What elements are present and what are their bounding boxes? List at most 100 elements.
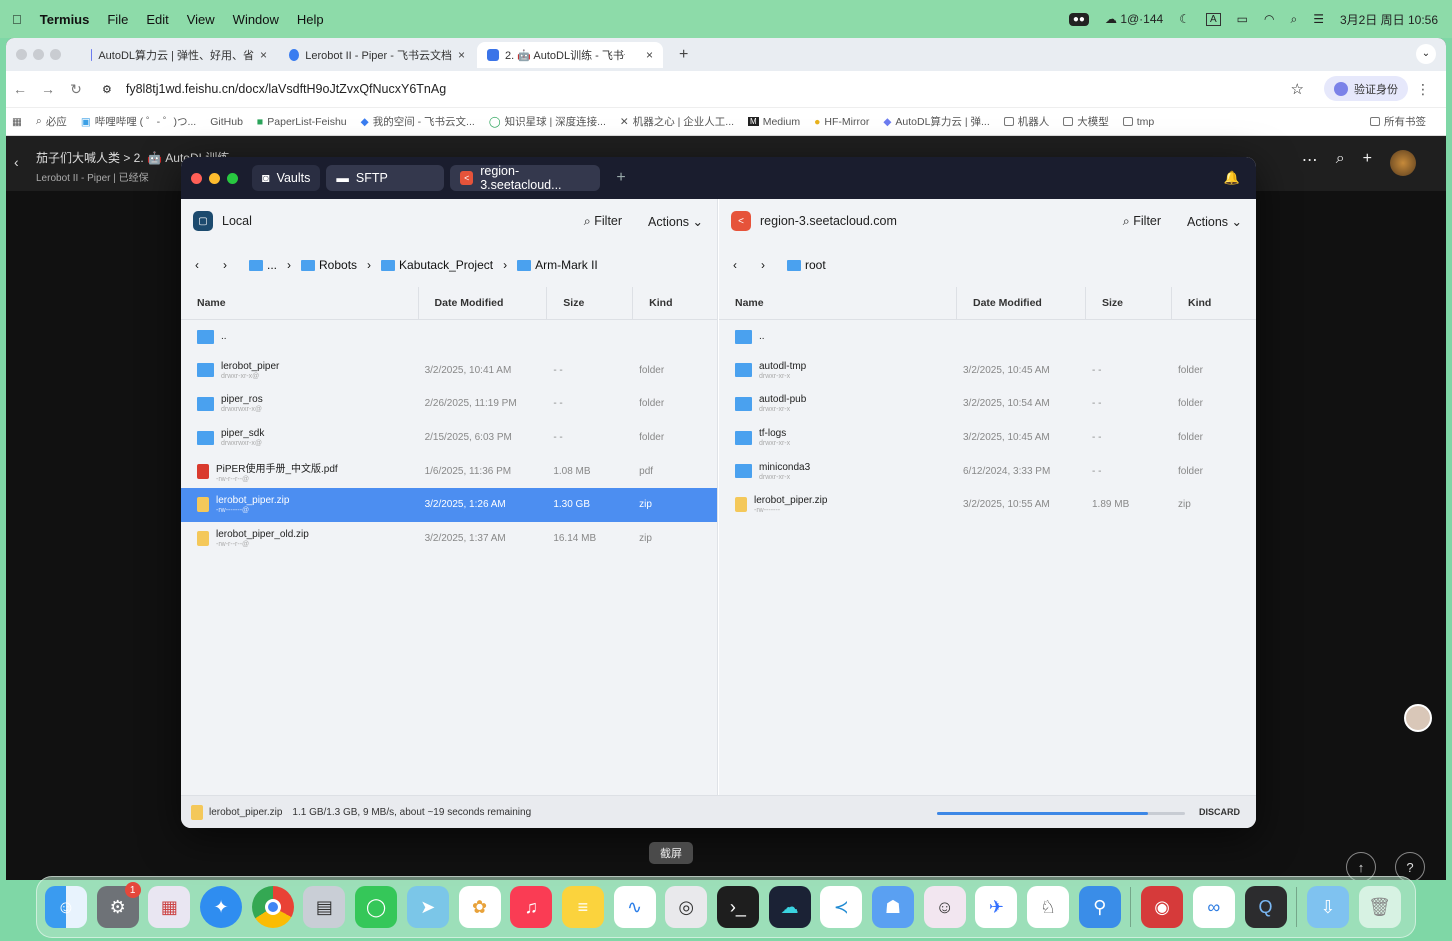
notes-icon[interactable]: ≡ <box>561 886 604 928</box>
local-actions-button[interactable]: Actions ⌄ <box>648 214 703 229</box>
file-row[interactable]: piper_sdk drwxrwxr-x@ 2/15/2025, 6:03 PM - … <box>181 421 717 455</box>
file-row[interactable]: PiPER使用手册_中文版.pdf -rw-r--r--@ 1/6/2025, 11… <box>181 454 717 488</box>
notification-bell-icon[interactable]: 🔔 <box>1224 170 1240 186</box>
back-icon[interactable]: ‹ <box>733 258 737 272</box>
forward-icon[interactable]: → <box>34 81 62 97</box>
col-name[interactable]: Name <box>181 286 419 320</box>
launchpad-icon[interactable]: ▦ <box>148 886 191 928</box>
close-icon[interactable]: × <box>260 48 267 62</box>
forward-icon[interactable]: › <box>761 258 765 272</box>
system-settings-icon[interactable]: ⚙ 1 <box>96 882 141 928</box>
apps-icon[interactable]: ▦ <box>12 116 22 128</box>
tab-vaults[interactable]: ◙ Vaults <box>252 165 321 191</box>
col-name[interactable]: Name <box>719 286 957 320</box>
more-menu-icon[interactable]: ⋮ <box>1416 81 1430 98</box>
menu-app-name[interactable]: Termius <box>40 12 90 27</box>
discard-button[interactable]: DISCARD <box>1199 807 1240 817</box>
crumb-robots[interactable]: Robots <box>301 258 357 272</box>
keynote-icon[interactable]: ⚲ <box>1078 886 1121 928</box>
crumb-ellipsis[interactable]: ... <box>249 258 277 272</box>
close-window-icon[interactable] <box>191 172 202 184</box>
music-icon[interactable]: ♫ <box>510 886 553 928</box>
bookmark-autodl[interactable]: ◆ AutoDL算力云 | 弹... <box>883 114 989 129</box>
file-row[interactable]: lerobot_piper_old.zip -rw-r--r--@ 3/2/2025… <box>181 522 717 556</box>
screen-record-icon[interactable]: ●● <box>1068 12 1089 26</box>
downloads-folder-icon[interactable]: ⇩ <box>1306 886 1349 928</box>
avatar-app-icon[interactable]: ☺ <box>923 886 966 928</box>
menu-view[interactable]: View <box>187 12 215 27</box>
photos-icon[interactable]: ✿ <box>458 886 501 928</box>
close-icon[interactable]: × <box>646 48 653 62</box>
verify-identity-button[interactable]: 验证身份 <box>1324 76 1408 101</box>
close-icon[interactable]: × <box>458 48 465 62</box>
photo-booth-icon[interactable]: ◉ <box>1141 886 1184 928</box>
crumb-root[interactable]: root <box>787 258 826 272</box>
bookmark-bilibili[interactable]: ▣ 哔哩哔哩 ( ゜- ゜)つ... <box>81 114 196 129</box>
reload-icon[interactable]: ↻ <box>62 81 90 98</box>
bookmark-my-space[interactable]: ◆ 我的空间 - 飞书云文... <box>361 114 475 129</box>
forward-icon[interactable]: › <box>223 258 227 272</box>
window-controls[interactable] <box>191 172 238 184</box>
finder-icon[interactable]: ☺ <box>45 886 87 928</box>
quicktime-icon[interactable]: Q <box>1244 886 1287 928</box>
input-source-icon[interactable]: A <box>1205 12 1221 26</box>
back-icon[interactable]: ‹ <box>195 258 199 272</box>
file-row[interactable]: autodl-pub drwxr-xr-x 3/2/2025, 10:54 AM - … <box>719 387 1256 421</box>
menu-edit[interactable]: Edit <box>146 12 168 27</box>
file-row[interactable]: lerobot_piper drwxr-xr-x@ 3/2/2025, 10:41 … <box>181 354 717 388</box>
local-filter-button[interactable]: ⌕ Filter <box>584 214 622 229</box>
control-center-icon[interactable]: ☰ <box>1313 12 1324 26</box>
bookmark-medium[interactable]: M Medium <box>748 116 800 128</box>
baidu-netdisk-icon[interactable]: ∞ <box>1192 886 1235 928</box>
new-tab-icon[interactable]: + <box>616 169 625 187</box>
termius-dock-icon[interactable]: ☁ <box>768 886 811 928</box>
col-kind[interactable]: Kind <box>1172 287 1256 320</box>
bookmark-jiqizhixin[interactable]: ✕ 机器之心 | 企业人工... <box>620 114 734 129</box>
tab-list-icon[interactable]: ⌄ <box>1416 44 1436 64</box>
chat-app-icon[interactable]: ☗ <box>872 886 914 928</box>
avatar[interactable] <box>1390 150 1416 176</box>
file-row[interactable]: miniconda3 drwxr-xr-x 6/12/2024, 3:33 PM - … <box>719 454 1256 488</box>
bookmark-star-icon[interactable]: ☆ <box>1291 80 1304 98</box>
crumb-kabutack[interactable]: Kabutack_Project <box>381 258 493 272</box>
trash-icon[interactable]: 🗑 <box>1358 886 1401 928</box>
bookmark-folder-tmp[interactable]: tmp <box>1122 116 1154 128</box>
file-row[interactable]: .. <box>719 320 1256 354</box>
all-bookmarks[interactable]: 所有书签 <box>1370 114 1426 129</box>
menu-clock[interactable]: 3月2日 周日 10:56 <box>1340 11 1438 28</box>
site-info-icon[interactable]: ⚙ <box>102 83 112 96</box>
browser-tab-autodl[interactable]: AutoDL算力云 | 弹性、好用、省 × <box>81 42 277 68</box>
col-kind[interactable]: Kind <box>633 287 717 320</box>
tab-host[interactable]: < region-3.seetacloud... <box>450 164 601 192</box>
bookmark-bing[interactable]: ⌕ 必应 <box>36 114 67 129</box>
browser-tab-autodl-training[interactable]: 2. 🤖 AutoDL训练 - 飞书云文档× <box>477 41 663 68</box>
search-icon[interactable]: ⌕ <box>1336 150 1345 176</box>
browser-tab-lerobot[interactable]: Lerobot II - Piper - 飞书云文档 × <box>279 42 475 68</box>
back-icon[interactable]: ‹ <box>14 154 19 170</box>
battery-icon[interactable]: ▭ <box>1237 12 1248 26</box>
bookmark-hf-mirror[interactable]: ● HF-Mirror <box>814 116 869 128</box>
bookmark-paperlist[interactable]: ■ PaperList-Feishu <box>257 116 347 128</box>
remote-actions-button[interactable]: Actions ⌄ <box>1187 214 1242 229</box>
maps-icon[interactable]: ➤ <box>406 886 449 928</box>
new-tab-icon[interactable]: + <box>679 46 688 64</box>
browser-window-controls[interactable] <box>16 49 61 60</box>
screenshot-icon[interactable]: ◎ <box>665 886 708 928</box>
file-row[interactable]: lerobot_piper.zip -rw------- 3/2/2025, 10:… <box>719 488 1256 522</box>
apple-icon[interactable]:  <box>12 12 22 27</box>
search-icon[interactable]: ⌕ <box>1290 12 1297 27</box>
vscode-icon[interactable]: ≺ <box>820 886 863 928</box>
moon-icon[interactable]: ☾ <box>1179 12 1190 26</box>
zoom-window-icon[interactable] <box>227 172 238 184</box>
assistant-avatar[interactable] <box>1404 704 1432 732</box>
cloud-status[interactable]: ☁ 1@·144 <box>1105 12 1163 26</box>
file-row[interactable]: tf-logs drwxr-xr-x 3/2/2025, 10:45 AM - - fo… <box>719 421 1256 455</box>
more-icon[interactable]: ⋯ <box>1302 150 1318 176</box>
wifi-icon[interactable]: ◠ <box>1264 12 1274 26</box>
freeform-icon[interactable]: ∿ <box>613 886 656 928</box>
bookmark-github[interactable]: GitHub <box>210 116 243 128</box>
file-row[interactable]: autodl-tmp drwxr-xr-x 3/2/2025, 10:45 AM - … <box>719 354 1256 388</box>
safari-icon[interactable]: ✦ <box>200 886 243 928</box>
back-icon[interactable]: ← <box>6 81 34 97</box>
remote-filter-button[interactable]: ⌕ Filter <box>1123 214 1161 229</box>
